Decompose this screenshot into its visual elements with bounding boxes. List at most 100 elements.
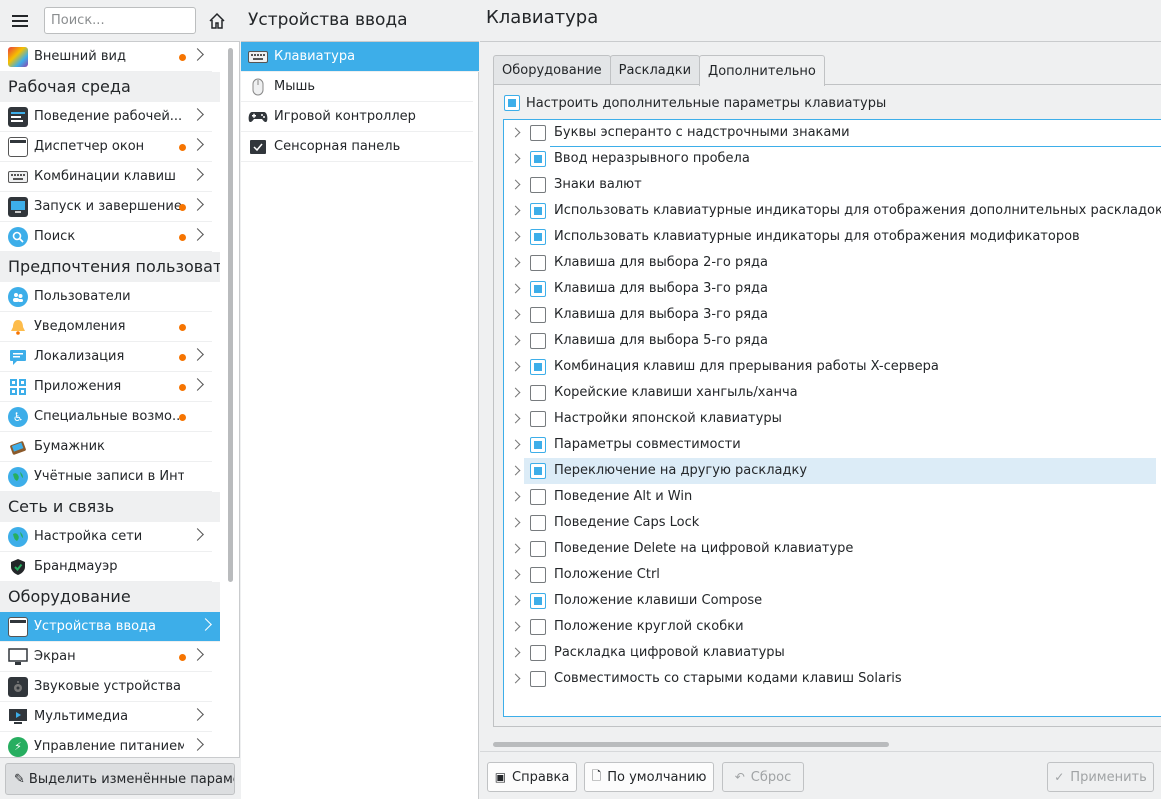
expand-arrow-icon[interactable]: [510, 491, 521, 502]
subcategory-item-mouse[interactable]: Мышь: [241, 72, 473, 102]
sidebar-item-workspace-behavior[interactable]: Поведение рабочей...: [0, 102, 212, 132]
option-checkbox[interactable]: [530, 281, 546, 297]
option-checkbox[interactable]: [530, 593, 546, 609]
configure-advanced-row[interactable]: Настроить дополнительные параметры клави…: [504, 94, 886, 112]
option-checkbox[interactable]: [530, 411, 546, 427]
tree-row[interactable]: Поведение Delete на цифровой клавиатуре: [504, 536, 1161, 562]
expand-arrow-icon[interactable]: [510, 179, 521, 190]
tab-hardware[interactable]: Оборудование: [493, 55, 611, 84]
sidebar-item-firewall[interactable]: Брандмауэр: [0, 552, 212, 582]
tab-layouts[interactable]: Раскладки: [609, 55, 701, 84]
expand-arrow-icon[interactable]: [510, 387, 521, 398]
option-checkbox[interactable]: [530, 567, 546, 583]
highlight-changed-button[interactable]: ✎ Выделить изменённые параметры: [5, 763, 235, 795]
option-checkbox[interactable]: [530, 671, 546, 687]
option-checkbox[interactable]: [530, 359, 546, 375]
option-checkbox[interactable]: [530, 437, 546, 453]
sidebar-item-search[interactable]: Поиск: [0, 222, 212, 252]
tab-advanced[interactable]: Дополнительно: [699, 55, 825, 86]
tree-row[interactable]: Клавиша для выбора 3-го ряда: [504, 276, 1161, 302]
expand-arrow-icon[interactable]: [510, 517, 521, 528]
hamburger-menu-icon[interactable]: [8, 10, 32, 32]
search-input[interactable]: [44, 7, 196, 34]
option-checkbox[interactable]: [530, 489, 546, 505]
expand-arrow-icon[interactable]: [510, 647, 521, 658]
option-checkbox[interactable]: [530, 541, 546, 557]
sidebar-item-audio[interactable]: Звуковые устройства: [0, 672, 212, 702]
sidebar-item-shortcuts[interactable]: Комбинации клавиш: [0, 162, 212, 192]
expand-arrow-icon[interactable]: [510, 257, 521, 268]
help-button[interactable]: ▣ Справка: [487, 762, 577, 792]
tree-row[interactable]: Переключение на другую раскладку: [510, 458, 1156, 484]
tree-row[interactable]: Поведение Alt и Win: [504, 484, 1161, 510]
expand-arrow-icon[interactable]: [510, 205, 521, 216]
option-checkbox[interactable]: [530, 333, 546, 349]
option-checkbox[interactable]: [530, 385, 546, 401]
tree-row[interactable]: Буквы эсперанто с надстрочными знаками: [504, 120, 1161, 146]
option-checkbox[interactable]: [530, 125, 546, 141]
tree-row[interactable]: Положение Ctrl: [504, 562, 1161, 588]
expand-arrow-icon[interactable]: [510, 595, 521, 606]
sidebar-item-applications[interactable]: Приложения: [0, 372, 212, 402]
tree-row[interactable]: Поведение Caps Lock: [504, 510, 1161, 536]
option-checkbox[interactable]: [530, 515, 546, 531]
reset-button[interactable]: ↶ Сброс: [722, 762, 804, 792]
subcategory-item-game-controller[interactable]: Игровой контроллер: [241, 102, 473, 132]
sidebar-item-users[interactable]: Пользователи: [0, 282, 212, 312]
tree-row[interactable]: Использовать клавиатурные индикаторы для…: [504, 224, 1161, 250]
sidebar-item-network-settings[interactable]: Настройка сети: [0, 522, 212, 552]
tree-row[interactable]: Комбинация клавиш для прерывания работы …: [504, 354, 1161, 380]
tree-row[interactable]: Параметры совместимости: [504, 432, 1161, 458]
sidebar-item-notifications[interactable]: Уведомления: [0, 312, 212, 342]
tree-row[interactable]: Знаки валют: [504, 172, 1161, 198]
expand-arrow-icon[interactable]: [510, 465, 521, 476]
horizontal-scrollbar[interactable]: [493, 742, 889, 747]
expand-arrow-icon[interactable]: [510, 439, 521, 450]
tree-row[interactable]: Клавиша для выбора 2-го ряда: [504, 250, 1161, 276]
option-checkbox[interactable]: [530, 307, 546, 323]
subcategory-item-keyboard[interactable]: Клавиатура: [241, 42, 479, 72]
expand-arrow-icon[interactable]: [510, 127, 521, 138]
expand-arrow-icon[interactable]: [510, 621, 521, 632]
sidebar-item-online-accounts[interactable]: Учётные записи в Интер...: [0, 462, 212, 492]
tree-row[interactable]: Раскладка цифровой клавиатуры: [504, 640, 1161, 666]
option-checkbox[interactable]: [530, 255, 546, 271]
sidebar-item-accessibility[interactable]: ♿ Специальные возмо...: [0, 402, 212, 432]
sidebar-item-multimedia[interactable]: Мультимедиа: [0, 702, 212, 732]
expand-arrow-icon[interactable]: [510, 309, 521, 320]
tree-row[interactable]: Положение круглой скобки: [504, 614, 1161, 640]
sidebar-item-startup-shutdown[interactable]: Запуск и завершение: [0, 192, 212, 222]
expand-arrow-icon[interactable]: [510, 543, 521, 554]
apply-button[interactable]: ✓ Применить: [1047, 762, 1154, 792]
expand-arrow-icon[interactable]: [510, 413, 521, 424]
tree-row[interactable]: Настройки японской клавиатуры: [504, 406, 1161, 432]
sidebar-scrollbar[interactable]: [228, 48, 233, 582]
expand-arrow-icon[interactable]: [510, 283, 521, 294]
tree-row[interactable]: Клавиша для выбора 5-го ряда: [504, 328, 1161, 354]
defaults-button[interactable]: 🗋 По умолчанию: [584, 762, 714, 792]
tree-row[interactable]: Ввод неразрывного пробела: [504, 146, 1161, 172]
home-icon[interactable]: [208, 12, 226, 30]
tree-row[interactable]: Клавиша для выбора 3-го ряда: [504, 302, 1161, 328]
tree-row[interactable]: Использовать клавиатурные индикаторы для…: [504, 198, 1161, 224]
expand-arrow-icon[interactable]: [510, 673, 521, 684]
tree-row[interactable]: Положение клавиши Compose: [504, 588, 1161, 614]
option-checkbox[interactable]: [530, 645, 546, 661]
expand-arrow-icon[interactable]: [510, 569, 521, 580]
tree-row[interactable]: Корейские клавиши хангыль/ханча: [504, 380, 1161, 406]
expand-arrow-icon[interactable]: [510, 153, 521, 164]
option-checkbox[interactable]: [530, 151, 546, 167]
option-checkbox[interactable]: [530, 203, 546, 219]
option-checkbox[interactable]: [530, 177, 546, 193]
sidebar-item-display[interactable]: Экран: [0, 642, 212, 672]
sidebar-item-window-manager[interactable]: Диспетчер окон: [0, 132, 212, 162]
expand-arrow-icon[interactable]: [510, 361, 521, 372]
sidebar-item-wallet[interactable]: Бумажник: [0, 432, 212, 462]
subcategory-item-touchpad[interactable]: Сенсорная панель: [241, 132, 473, 162]
sidebar-item-localization[interactable]: Локализация: [0, 342, 212, 372]
sidebar-item-input-devices[interactable]: Устройства ввода: [0, 612, 220, 642]
option-checkbox[interactable]: [530, 229, 546, 245]
option-checkbox[interactable]: [530, 463, 546, 479]
expand-arrow-icon[interactable]: [510, 335, 521, 346]
expand-arrow-icon[interactable]: [510, 231, 521, 242]
